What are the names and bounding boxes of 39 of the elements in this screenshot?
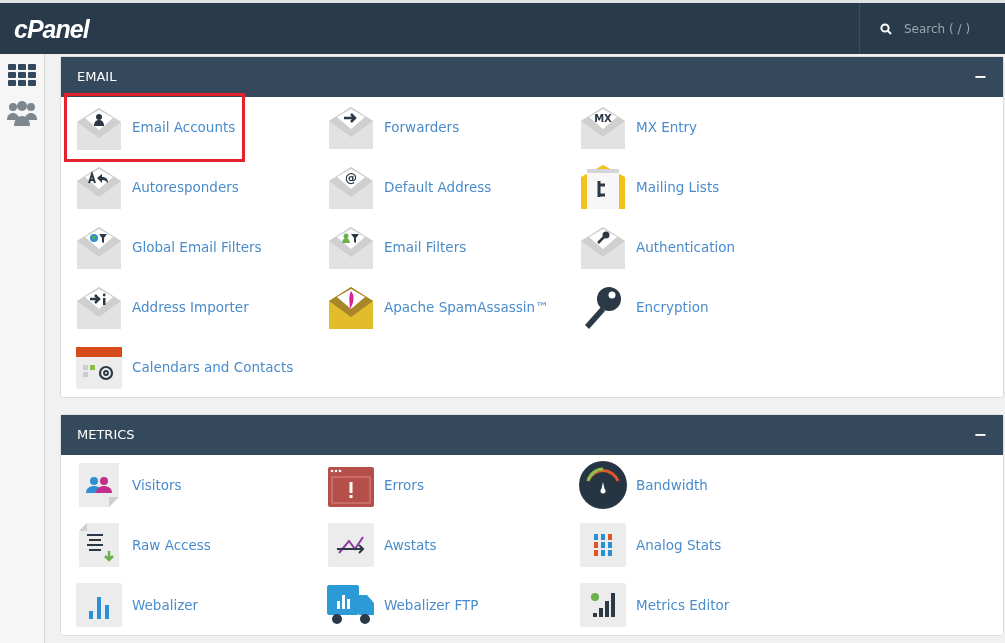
tool-link[interactable]: Email Filters (327, 217, 579, 277)
tool-link[interactable]: Errors (327, 455, 579, 515)
tool-link[interactable]: Encryption (579, 277, 831, 337)
tool-link[interactable]: Authentication (579, 217, 831, 277)
tool-link[interactable]: Calendars and Contacts (75, 337, 327, 397)
users-icon[interactable] (7, 100, 37, 126)
section-title: EMAIL (77, 68, 117, 87)
tool-link[interactable]: Webalizer (75, 575, 327, 635)
cpanel-logo[interactable]: cPanel (0, 3, 89, 54)
tool-link[interactable]: Analog Stats (579, 515, 831, 575)
tool-link[interactable]: Visitors (75, 455, 327, 515)
tool-link[interactable]: Global Email Filters (75, 217, 327, 277)
tool-link[interactable]: Apache SpamAssassin™ (327, 277, 579, 337)
search-field[interactable]: Search ( / ) (902, 18, 1002, 39)
section-title: METRICS (77, 426, 135, 445)
tool-link[interactable]: Address Importer (75, 277, 327, 337)
tool-link[interactable]: Bandwidth (579, 455, 831, 515)
tool-link[interactable]: Raw Access (75, 515, 327, 575)
collapse-button[interactable]: − (973, 65, 987, 89)
mailing-list-icon (579, 163, 627, 211)
tool-link[interactable]: MX MX Entry (579, 97, 831, 157)
bar-chart-icon (75, 581, 123, 629)
trend-chart-icon (327, 521, 375, 569)
tool-link[interactable]: Autoresponders (75, 157, 327, 217)
number-grid-icon (579, 521, 627, 569)
section-header[interactable]: EMAIL − (61, 57, 1003, 97)
collapse-button[interactable]: − (973, 423, 987, 447)
tool-link[interactable]: Webalizer FTP (327, 575, 579, 635)
tool-link[interactable]: Awstats (327, 515, 579, 575)
search-icon (880, 22, 892, 35)
gauge-icon (579, 461, 627, 509)
tool-link[interactable]: @ Default Address (327, 157, 579, 217)
signal-bars-icon (579, 581, 627, 629)
tool-link[interactable]: Mailing Lists (579, 157, 831, 217)
highlighted-link[interactable]: Email Accounts (66, 95, 243, 160)
grid-icon[interactable] (8, 64, 36, 86)
section-header[interactable]: METRICS − (61, 415, 1003, 455)
tool-link[interactable]: Forwarders (327, 97, 579, 157)
tool-link[interactable]: Metrics Editor (579, 575, 831, 635)
